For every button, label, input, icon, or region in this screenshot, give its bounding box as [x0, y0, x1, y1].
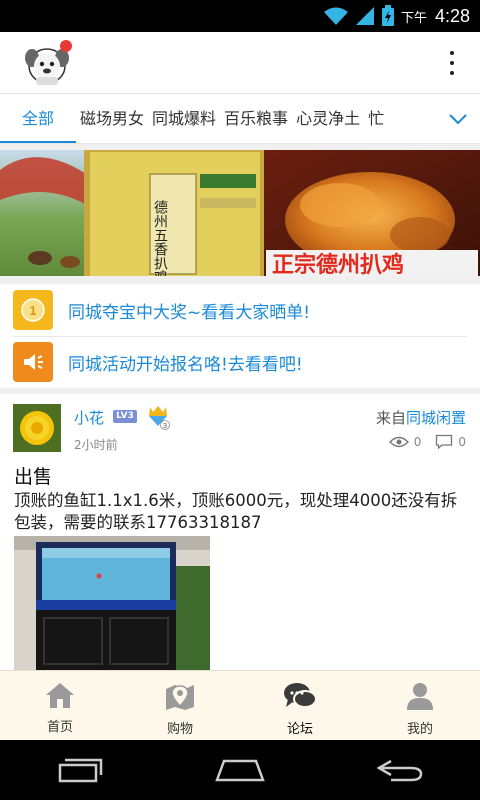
nav-label: 论坛	[286, 722, 313, 737]
aquarium-image	[14, 536, 210, 670]
notice-item-activity[interactable]: 同城活动开始报名咯!去看看吧!	[0, 336, 480, 388]
app-logo[interactable]	[22, 40, 72, 86]
diamond-badge-icon: 3	[149, 406, 170, 430]
tab-baile-grain[interactable]: 百乐粮事	[220, 94, 292, 143]
tab-local-news[interactable]: 同城爆料	[148, 94, 220, 143]
post-time: 2小时前	[74, 438, 118, 452]
level-badge: LV3	[113, 410, 137, 423]
comments-stat: 0	[435, 434, 466, 449]
nav-label: 首页	[46, 720, 73, 735]
nav-shopping[interactable]: 购物	[120, 671, 240, 740]
bottom-nav: 首页 购物 论坛 我的	[0, 670, 480, 740]
nav-home[interactable]: 首页	[0, 671, 120, 740]
wifi-icon	[323, 7, 348, 25]
tab-magnetic-men-women[interactable]: 磁场男女	[76, 94, 148, 143]
svg-text:1: 1	[29, 303, 36, 318]
post-source-link[interactable]: 同城闲置	[406, 409, 466, 427]
system-nav-bar	[0, 740, 480, 800]
post-author[interactable]: 小花	[74, 407, 104, 428]
recent-apps-icon[interactable]	[55, 757, 105, 783]
overflow-dot	[450, 71, 454, 75]
comment-icon	[436, 434, 453, 449]
back-icon[interactable]	[375, 757, 425, 783]
notice-text: 同城夺宝中大奖~看看大家晒单!	[68, 302, 311, 323]
status-bar: 下午 4:28	[0, 0, 480, 32]
nav-profile[interactable]: 我的	[360, 671, 480, 740]
tabs-expand-button[interactable]	[436, 94, 480, 143]
post-card[interactable]: 小花 LV3 3 来自同城闲置 2小时前 0 0 出售 顶账的鱼缸1.1x1.6…	[0, 394, 480, 670]
home-button-icon[interactable]	[214, 757, 266, 783]
coin-icon: 1	[13, 290, 53, 330]
post-title: 出售	[14, 466, 53, 488]
chevron-down-icon	[449, 114, 467, 125]
avatar[interactable]	[13, 404, 61, 452]
app-bar	[0, 32, 480, 94]
tab-soul-pure-land[interactable]: 心灵净土	[292, 94, 364, 143]
status-time: 4:28	[434, 5, 470, 26]
post-source-prefix: 来自	[375, 409, 406, 427]
svg-text:德州五香扒鸡: 德州五香扒鸡	[152, 200, 168, 276]
banner-image: 德州五香扒鸡 正宗德州扒鸡	[0, 150, 480, 276]
svg-text:3: 3	[163, 423, 167, 430]
views-stat: 0	[388, 434, 422, 449]
overflow-dot	[450, 61, 454, 65]
overflow-menu-button[interactable]	[442, 48, 462, 78]
home-icon	[46, 683, 74, 708]
tab-all[interactable]: 全部	[0, 94, 77, 143]
overflow-dot	[450, 51, 454, 55]
promo-banner[interactable]: 德州五香扒鸡 正宗德州扒鸡	[0, 150, 480, 276]
eye-icon	[388, 436, 409, 447]
battery-icon	[381, 5, 394, 26]
views-count: 0	[413, 434, 422, 449]
tab-partial[interactable]: 忙	[364, 94, 388, 143]
notice-item-treasure[interactable]: 1 同城夺宝中大奖~看看大家晒单!	[0, 284, 480, 336]
nav-forum[interactable]: 论坛	[240, 671, 360, 740]
category-tabs: 全部 磁场男女 同城爆料 百乐粮事 心灵净土 忙	[0, 94, 480, 144]
person-icon	[407, 683, 433, 710]
location-pin-icon	[166, 685, 194, 710]
post-source: 来自同城闲置	[376, 407, 466, 428]
comments-count: 0	[458, 434, 466, 449]
nav-label: 我的	[406, 722, 433, 737]
status-ampm: 下午	[400, 10, 427, 26]
notice-text: 同城活动开始报名咯!去看看吧!	[68, 354, 303, 375]
nav-label: 购物	[166, 722, 193, 737]
chat-bubbles-icon	[284, 683, 317, 708]
post-image[interactable]	[14, 536, 210, 670]
speaker-icon	[13, 342, 53, 382]
signal-icon	[355, 7, 374, 25]
post-body: 顶账的鱼缸1.1x1.6米，顶账6000元，现处理4000还没有拆包装，需要的联…	[14, 491, 458, 532]
banner-slogan: 正宗德州扒鸡	[272, 252, 404, 276]
notice-list: 1 同城夺宝中大奖~看看大家晒单! 同城活动开始报名咯!去看看吧!	[0, 284, 480, 388]
post-stats: 0 0	[381, 434, 466, 449]
